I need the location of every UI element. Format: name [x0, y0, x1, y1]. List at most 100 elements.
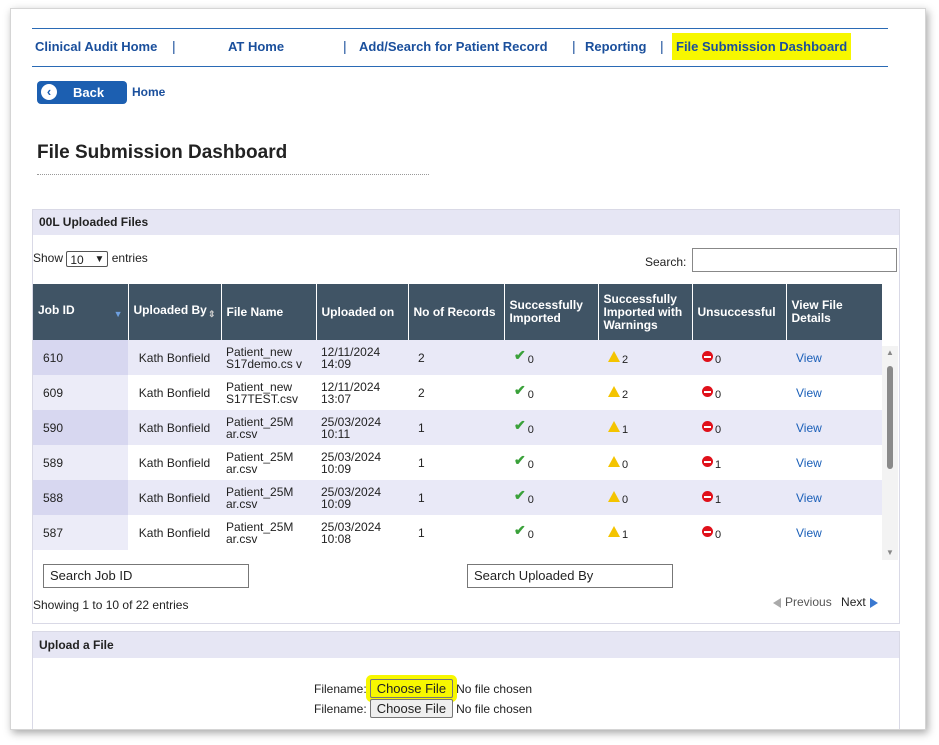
column-header-imported-with-warnings[interactable]: Successfully Imported with Warnings: [598, 284, 693, 340]
check-icon: ✔: [514, 521, 526, 538]
unsuccessful-count: 1: [715, 493, 722, 506]
next-label: Next: [841, 595, 866, 609]
table-search-input[interactable]: [692, 248, 897, 272]
warning-icon: [608, 350, 620, 362]
view-file-link[interactable]: View: [796, 386, 822, 400]
warning-count: 0: [622, 458, 629, 471]
cell-successfully-imported: ✔ 0: [504, 480, 598, 515]
cell-job-id: 610: [33, 340, 128, 375]
nav-at-home[interactable]: AT Home: [228, 39, 284, 54]
column-header-unsuccessful[interactable]: Unsuccessful: [692, 284, 787, 340]
success-count: 0: [527, 494, 534, 507]
table-header-row: Job ID ▼ Uploaded By ⇕ File Name Uploaded …: [33, 284, 883, 340]
cell-uploaded-on: 12/11/2024 13:07: [316, 375, 408, 410]
table-row: 590 Kath Bonfield Patient_25M ar.csv 25/03/…: [33, 410, 882, 445]
uploaded-files-panel: 00L Uploaded Files Show 10 ▼ entries Sear…: [32, 209, 900, 624]
sort-desc-icon: ▼: [113, 308, 123, 319]
filename-label: Filename:: [314, 702, 367, 716]
search-uploaded-by-input[interactable]: Search Uploaded By: [467, 564, 673, 588]
cell-uploaded-by: Kath Bonfield: [128, 480, 221, 515]
view-file-link[interactable]: View: [796, 526, 822, 540]
search-job-id-input[interactable]: Search Job ID: [43, 564, 249, 588]
choose-file-button[interactable]: Choose File: [369, 699, 454, 718]
table-row: 587 Kath Bonfield Patient_25M ar.csv 25/03/…: [33, 515, 882, 550]
no-file-chosen-text: No file chosen: [456, 682, 533, 696]
cell-uploaded-on: 25/03/2024 10:11: [316, 410, 408, 445]
success-count: 0: [527, 424, 534, 437]
view-file-link[interactable]: View: [796, 421, 822, 435]
success-count: 0: [527, 529, 534, 542]
back-button[interactable]: ‹ Back: [37, 81, 127, 104]
cell-successfully-imported: ✔ 0: [504, 340, 598, 375]
filename-row: Filename: Choose File No file chosen: [314, 699, 532, 718]
table-row: 609 Kath Bonfield Patient_new S17TEST.csv 1…: [33, 375, 882, 410]
entries-select[interactable]: 10 ▼: [66, 251, 109, 267]
view-file-link[interactable]: View: [796, 456, 822, 470]
scrollbar-thumb[interactable]: [887, 366, 893, 469]
cell-uploaded-on: 25/03/2024 10:08: [316, 515, 408, 550]
breadcrumb-home-link[interactable]: Home: [132, 85, 165, 99]
uploaded-files-title: 00L Uploaded Files: [33, 210, 899, 235]
filename-row: Filename: Choose File No file chosen: [314, 679, 532, 698]
cell-view: View: [786, 515, 882, 550]
nav-clinical-audit-home[interactable]: Clinical Audit Home: [35, 39, 157, 54]
nav-separator: |: [660, 38, 664, 54]
error-icon: [702, 525, 713, 537]
scroll-down-icon[interactable]: ▼: [886, 548, 894, 557]
column-header-no-of-records[interactable]: No of Records: [408, 284, 505, 340]
next-button[interactable]: Next: [841, 595, 878, 609]
cell-no-of-records: 1: [408, 410, 504, 445]
table-row: 589 Kath Bonfield Patient_25M ar.csv 25/03/…: [33, 445, 882, 480]
cell-no-of-records: 1: [408, 445, 504, 480]
cell-file-name: Patient_25M ar.csv: [221, 445, 316, 480]
no-file-chosen-text: No file chosen: [456, 702, 533, 716]
check-icon: ✔: [514, 451, 526, 468]
column-header-view-file-details[interactable]: View File Details: [786, 284, 883, 340]
cell-job-id: 589: [33, 445, 128, 480]
cell-successfully-imported: ✔ 0: [504, 445, 598, 480]
cell-job-id: 590: [33, 410, 128, 445]
nav-add-search-patient[interactable]: Add/Search for Patient Record: [359, 39, 548, 54]
nav-reporting[interactable]: Reporting: [585, 39, 646, 54]
column-header-uploaded-on[interactable]: Uploaded on: [316, 284, 409, 340]
previous-button[interactable]: Previous: [773, 595, 832, 609]
column-header-uploaded-by[interactable]: Uploaded By ⇕: [128, 284, 222, 340]
warning-count: 1: [622, 423, 629, 436]
table-scrollbar[interactable]: ▲ ▼: [882, 346, 898, 560]
column-header-file-name[interactable]: File Name: [221, 284, 317, 340]
unsuccessful-count: 0: [715, 528, 722, 541]
warning-count: 0: [622, 493, 629, 506]
nav-separator: |: [572, 38, 576, 54]
view-file-link[interactable]: View: [796, 491, 822, 505]
cell-imported-with-warnings: 2: [598, 375, 692, 410]
cell-no-of-records: 2: [408, 375, 504, 410]
page-title: File Submission Dashboard: [37, 142, 288, 163]
cell-view: View: [786, 480, 882, 515]
success-count: 0: [527, 459, 534, 472]
check-icon: ✔: [514, 381, 526, 398]
cell-view: View: [786, 410, 882, 445]
view-file-link[interactable]: View: [796, 351, 822, 365]
unsuccessful-count: 1: [715, 458, 722, 471]
column-header-successfully-imported[interactable]: Successfully Imported: [504, 284, 599, 340]
arrow-left-icon: [773, 597, 781, 608]
column-header-job-id[interactable]: Job ID ▼: [33, 284, 129, 340]
column-label: Uploaded By: [133, 302, 207, 317]
cell-uploaded-by: Kath Bonfield: [128, 375, 221, 410]
choose-file-button-highlighted[interactable]: Choose File: [369, 679, 454, 698]
scroll-up-icon[interactable]: ▲: [886, 348, 894, 357]
cell-successfully-imported: ✔ 0: [504, 410, 598, 445]
entries-length-control: Show 10 ▼ entries: [33, 251, 148, 267]
nav-file-submission-dashboard[interactable]: File Submission Dashboard: [672, 33, 852, 60]
warning-icon: [608, 490, 620, 502]
pagination: Previous Next: [773, 595, 878, 609]
entries-label: entries: [111, 251, 148, 266]
cell-file-name: Patient_new S17TEST.csv: [221, 375, 316, 410]
error-icon: [702, 385, 713, 397]
success-count: 0: [527, 389, 534, 402]
cell-uploaded-on: 25/03/2024 10:09: [316, 480, 408, 515]
cell-uploaded-by: Kath Bonfield: [128, 445, 221, 480]
table-info: Showing 1 to 10 of 22 entries: [33, 598, 189, 612]
cell-job-id: 609: [33, 375, 128, 410]
uploaded-files-table: Job ID ▼ Uploaded By ⇕ File Name Uploaded …: [33, 284, 883, 550]
